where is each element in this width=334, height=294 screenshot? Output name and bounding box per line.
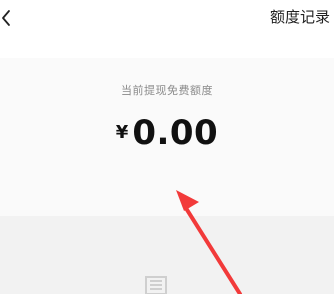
chevron-left-icon[interactable] [0, 8, 14, 28]
quota-label: 当前提现免费额度 [121, 84, 213, 97]
currency-symbol: ¥ [115, 122, 129, 143]
amount-value: 0.00 [132, 113, 219, 153]
quota-history-link[interactable]: 额度记录 [270, 7, 330, 27]
top-bar: 额度记录 [0, 0, 334, 36]
withdrawal-quota-page: 额度记录 当前提现免费额度 ¥0.00 [0, 0, 334, 294]
quota-amount: ¥0.00 [0, 113, 334, 153]
document-icon [145, 276, 167, 294]
